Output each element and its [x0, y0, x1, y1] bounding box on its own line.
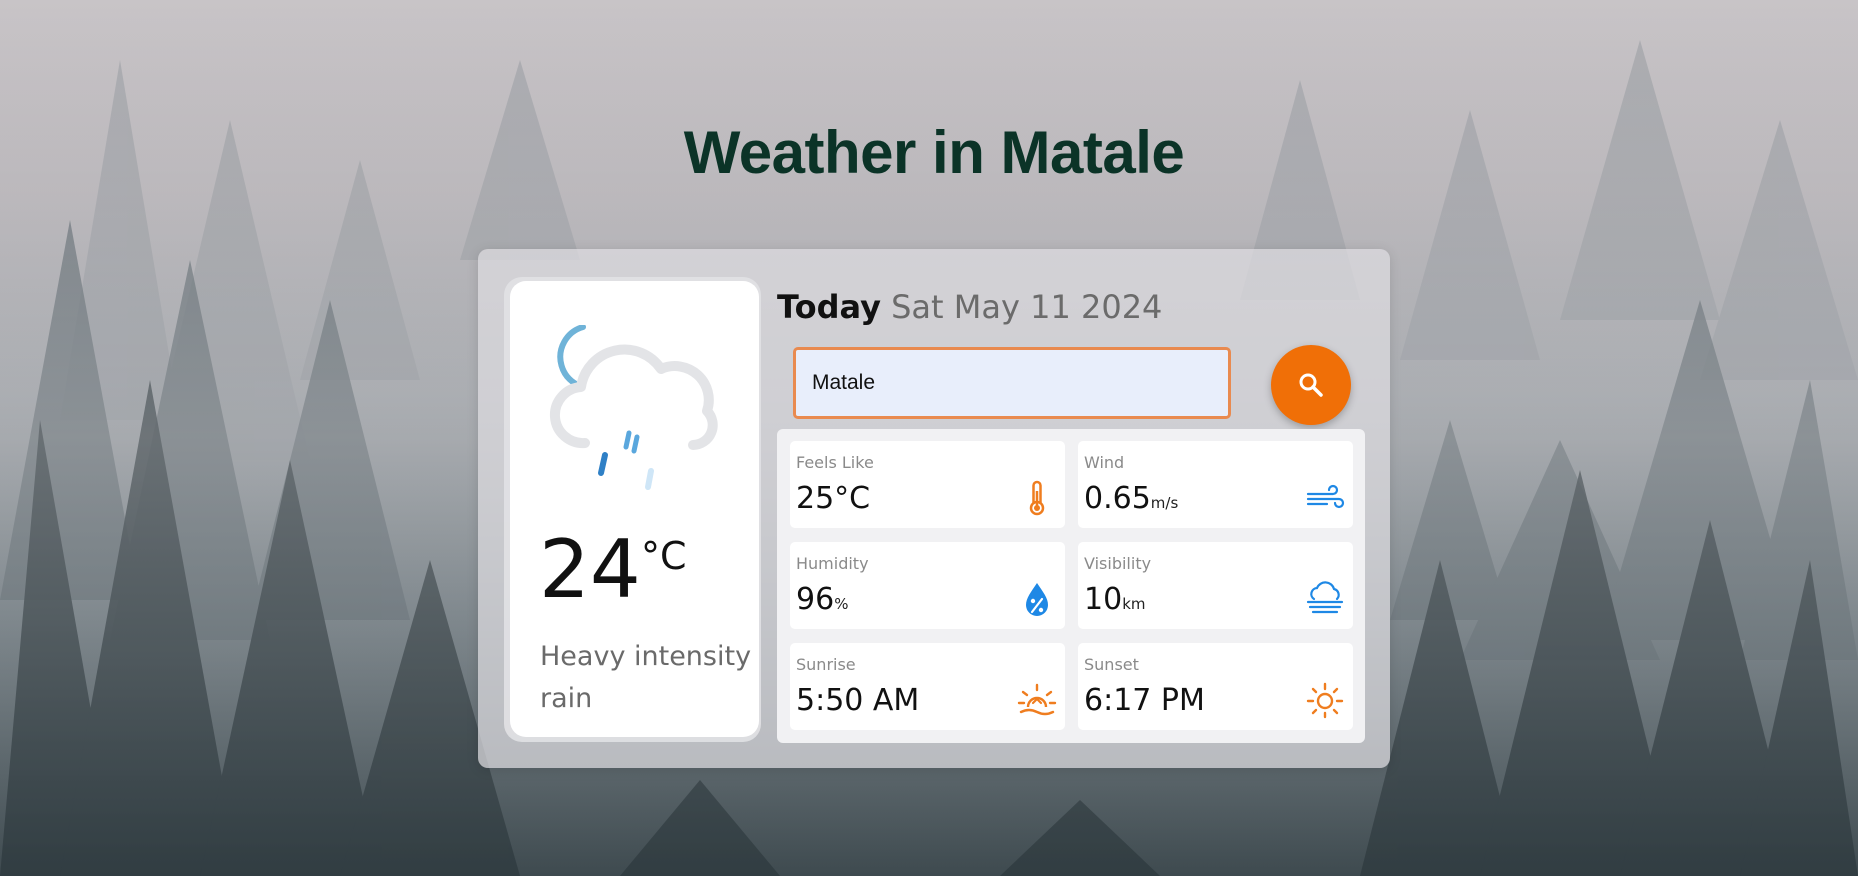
- cloud-moon-rain-icon: [550, 325, 718, 490]
- visibility-tile: Visibility 10km: [1078, 542, 1353, 629]
- humidity-drop-icon: [1026, 583, 1048, 616]
- temperature-unit: °C: [641, 534, 687, 578]
- date-row: Today Sat May 11 2024: [777, 288, 1162, 326]
- visibility-value: 10km: [1084, 582, 1146, 617]
- search-icon: [1299, 373, 1323, 397]
- sunset-tile: Sunset 6:17 PM: [1078, 643, 1353, 730]
- weather-condition: Heavy intensity rain: [540, 641, 752, 714]
- sunrise-tile: Sunrise 5:50 AM: [790, 643, 1065, 730]
- today-label: Today: [777, 288, 881, 326]
- feels-like-value: 25°C: [796, 481, 871, 516]
- sunrise-value: 5:50 AM: [796, 683, 920, 718]
- current-temperature: 24: [539, 523, 641, 616]
- humidity-label: Humidity: [796, 554, 869, 573]
- wind-tile: Wind 0.65m/s: [1078, 441, 1353, 528]
- sunset-icon: [1306, 682, 1344, 719]
- page-title: Weather in Matale: [683, 119, 1185, 186]
- wind-value: 0.65m/s: [1084, 481, 1179, 516]
- wind-label: Wind: [1084, 453, 1125, 472]
- sunrise-label: Sunrise: [796, 655, 856, 674]
- city-search-input[interactable]: [793, 347, 1231, 419]
- humidity-tile: Humidity 96%: [790, 542, 1065, 629]
- feels-like-label: Feels Like: [796, 453, 874, 472]
- current-date: Sat May 11 2024: [891, 288, 1163, 326]
- sunset-label: Sunset: [1084, 655, 1139, 674]
- humidity-value: 96%: [796, 582, 849, 617]
- search-button[interactable]: [1271, 345, 1351, 425]
- fog-icon: [1306, 581, 1344, 614]
- visibility-label: Visibility: [1084, 554, 1152, 573]
- app-background: Weather in Matale 24 °C Heavy intensity …: [0, 0, 1858, 876]
- sunset-value: 6:17 PM: [1084, 683, 1205, 718]
- feels-like-tile: Feels Like 25°C: [790, 441, 1065, 528]
- thermometer-icon: [1029, 480, 1045, 516]
- sunrise-icon: [1017, 683, 1057, 716]
- wind-icon: [1306, 484, 1345, 509]
